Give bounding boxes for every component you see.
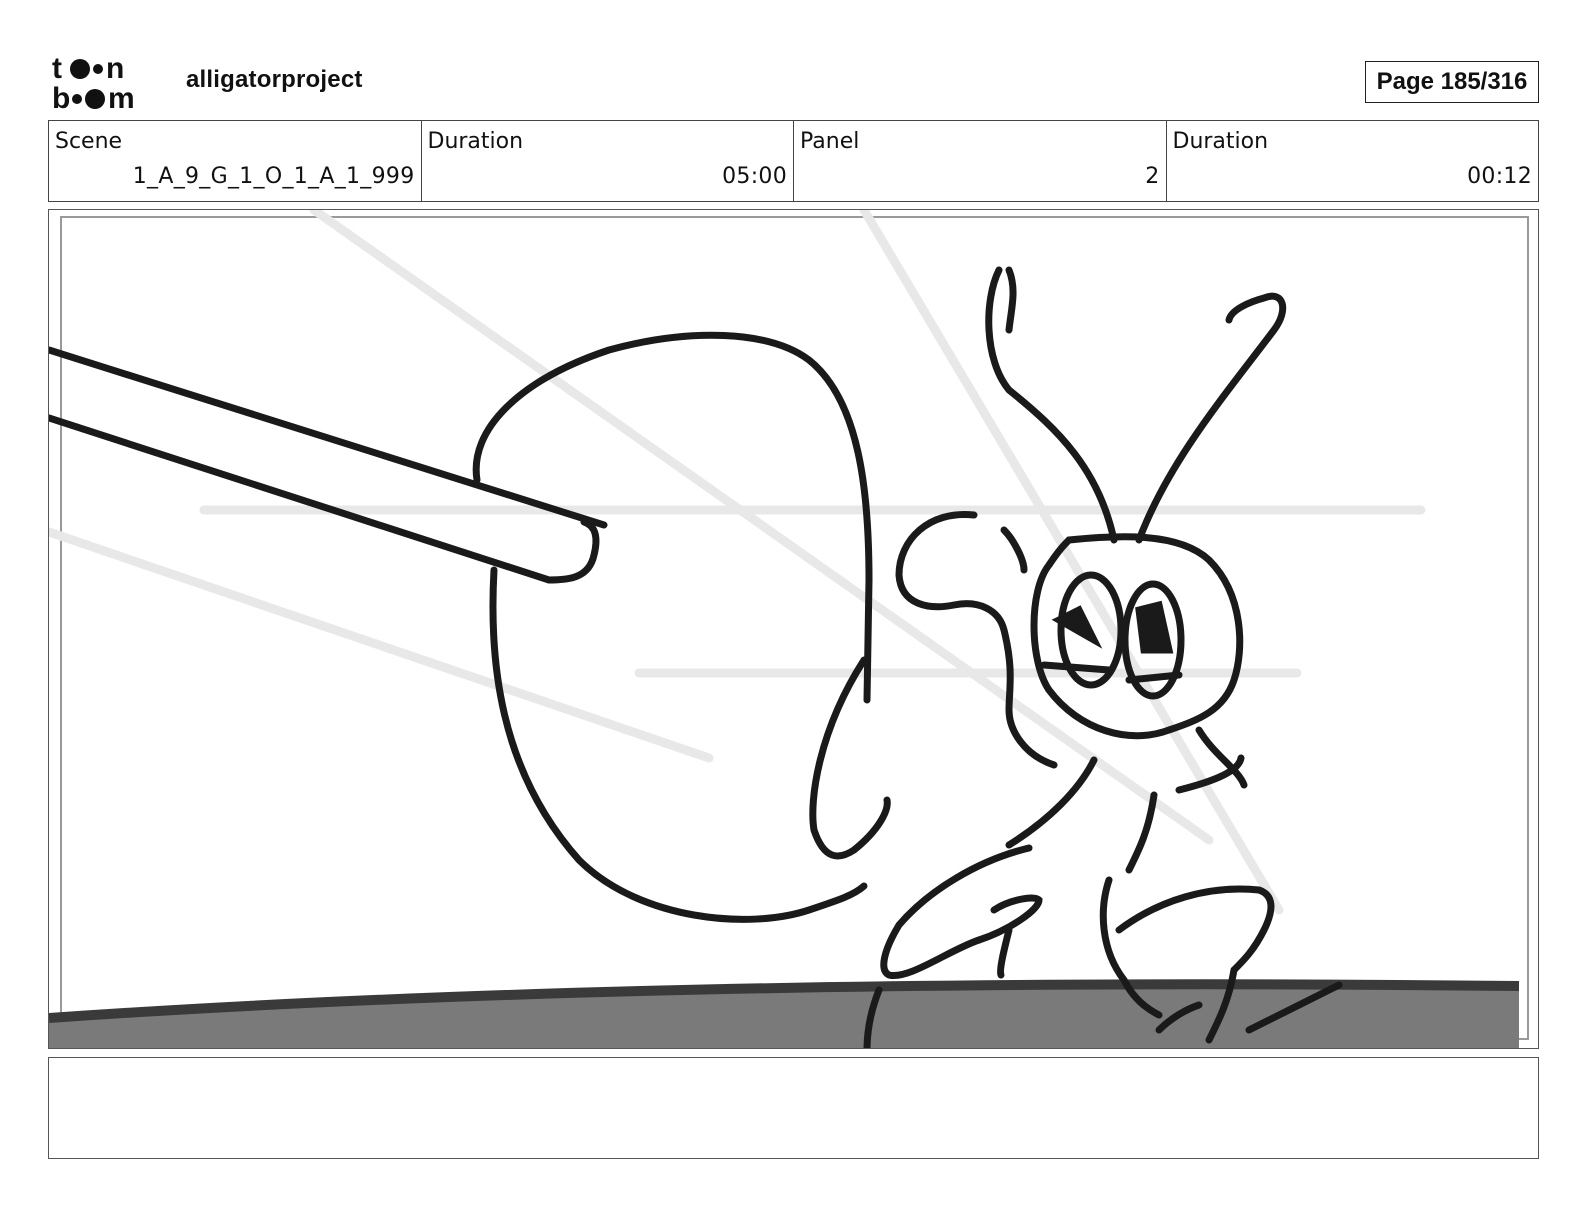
storyboard-panel xyxy=(48,209,1539,1049)
guide-lines xyxy=(49,210,1426,915)
scene-duration-label: Duration xyxy=(427,129,524,154)
panel-value: 2 xyxy=(1145,164,1160,189)
panel-duration-label: Duration xyxy=(1172,129,1269,154)
svg-text:b: b xyxy=(52,82,70,112)
scene-value: 1_A_9_G_1_O_1_A_1_999 xyxy=(132,164,415,189)
scene-cell: Scene 1_A_9_G_1_O_1_A_1_999 xyxy=(49,121,422,201)
panel-cell: Panel 2 xyxy=(794,121,1167,201)
panel-duration-cell: Duration 00:12 xyxy=(1167,121,1539,201)
ground-shape xyxy=(49,984,1519,1048)
panel-notes-box xyxy=(48,1057,1539,1159)
round-shape-drawing xyxy=(472,331,891,923)
stick-drawing xyxy=(49,346,608,584)
toon-boom-logo: t n b m xyxy=(52,52,164,112)
project-name: alligatorproject xyxy=(186,66,363,93)
svg-text:t: t xyxy=(52,52,62,85)
scene-duration-cell: Duration 05:00 xyxy=(422,121,794,201)
scene-label: Scene xyxy=(55,129,123,154)
panel-label: Panel xyxy=(800,129,860,154)
panel-drawing xyxy=(49,210,1529,1048)
panel-duration-value: 00:12 xyxy=(1467,164,1532,189)
ant-character-drawing xyxy=(863,266,1343,1048)
scene-info-table: Scene 1_A_9_G_1_O_1_A_1_999 Duration 05:… xyxy=(48,120,1539,202)
scene-duration-value: 05:00 xyxy=(722,164,787,189)
page-indicator: Page 185/316 xyxy=(1365,61,1539,103)
svg-text:n: n xyxy=(106,52,124,85)
svg-text:m: m xyxy=(108,82,135,112)
